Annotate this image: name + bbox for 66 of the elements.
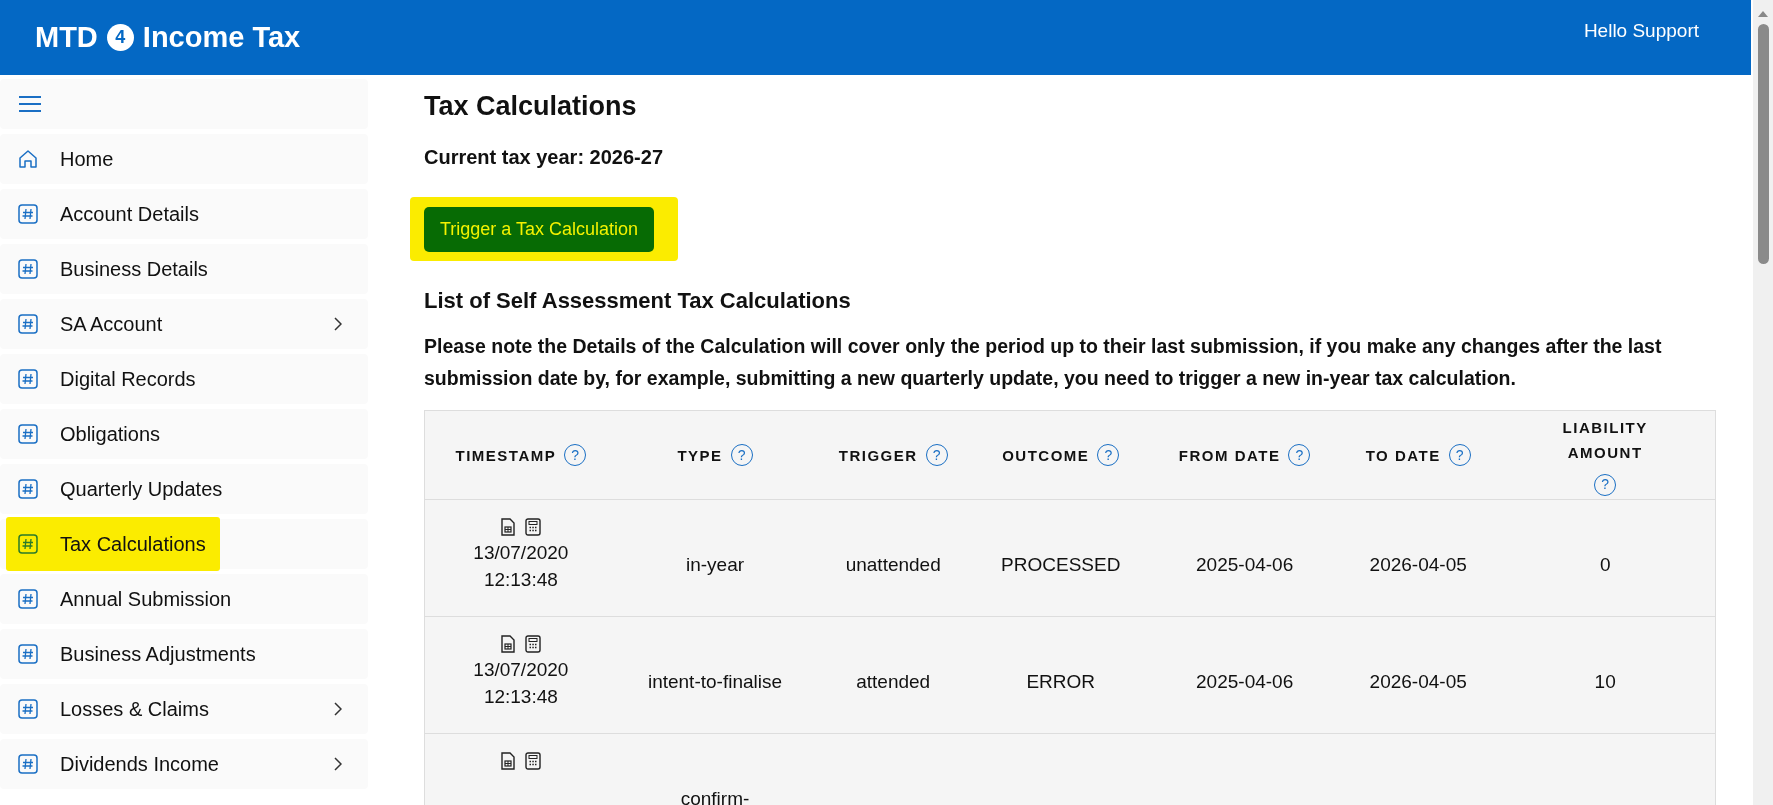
table-cell: ERROR [1026, 671, 1096, 693]
calculator-icon[interactable] [524, 635, 541, 653]
brand-text: Income Tax [142, 21, 301, 54]
table-cell: unattended [845, 554, 941, 576]
table-cell: 2026-04-05 [1369, 554, 1467, 576]
timestamp-cell-text: 13/07/2020 12:13:48 [472, 658, 570, 709]
hash-icon [18, 589, 38, 609]
hash-icon [18, 204, 38, 224]
table-cell: 2025-04-06 [1196, 671, 1294, 693]
document-icon[interactable] [500, 635, 515, 653]
table-cell: 2026-04-05 [1369, 671, 1467, 693]
column-header: TO DATE [1365, 446, 1441, 464]
table-cell: 2025-04-06 [1196, 554, 1294, 576]
hash-icon [18, 534, 38, 554]
calculator-icon[interactable] [524, 752, 541, 770]
tax-year: Current tax year: 2026-27 [424, 145, 664, 169]
brand-text: MTD [35, 21, 98, 54]
hash-icon [18, 699, 38, 719]
sidebar-item[interactable]: Business Details [0, 244, 368, 294]
brand-badge: 4 [106, 24, 134, 51]
document-icon[interactable] [500, 518, 515, 536]
column-header: OUTCOME [1002, 446, 1090, 464]
column-header: TIMESTAMP [455, 446, 557, 464]
note-text: Please note the Details of the Calculation will cover only the period up to their last submission, if you make any changes after the last submission date by, for example, submitting a new quarterly update, you need to trigger a new in-year tax calculation. [424, 334, 1663, 391]
trigger-calculation-button[interactable]: Trigger a Tax Calculation [424, 207, 655, 252]
chevron-icon [334, 317, 342, 331]
timestamp-cell-text: 13/07/2020 12:13:48 [472, 541, 570, 592]
sidebar-item[interactable]: Annual Submission [0, 574, 368, 624]
table-cell: attended [856, 671, 931, 693]
section-title: List of Self Assessment Tax Calculations [424, 288, 852, 314]
home-icon [18, 149, 38, 169]
table-cell: 0 [1599, 554, 1611, 576]
table-cell: PROCESSED [1001, 554, 1121, 576]
page-title: Tax Calculations [424, 91, 638, 122]
column-header: TYPE [677, 446, 723, 464]
sidebar-item[interactable]: Obligations [0, 409, 368, 459]
sidebar-item[interactable]: Digital Records [0, 354, 368, 404]
menu-toggle[interactable] [0, 79, 368, 129]
chevron-icon [334, 702, 342, 716]
column-header: FROM DATE [1178, 446, 1281, 464]
table-cell: intent-to-finalise [647, 671, 783, 693]
column-header: LIABILITY AMOUNT [1561, 417, 1649, 463]
sidebar-item[interactable]: Business Adjustments [0, 629, 368, 679]
hash-icon [18, 754, 38, 774]
hash-icon [18, 369, 38, 389]
hash-icon [18, 314, 38, 334]
table-cell: in-year [685, 554, 745, 576]
column-header: TRIGGER [838, 446, 918, 464]
sidebar-item[interactable]: SA Account [0, 299, 368, 349]
greeting: Hello Support [1583, 20, 1699, 42]
table-cell: 10 [1594, 671, 1616, 693]
hash-icon [18, 424, 38, 444]
sidebar-item[interactable]: Tax Calculations [0, 519, 368, 569]
menu-icon [18, 94, 42, 114]
hash-icon [18, 479, 38, 499]
sidebar-item[interactable]: Losses & Claims [0, 684, 368, 734]
document-icon[interactable] [500, 752, 515, 770]
calculator-icon[interactable] [524, 518, 541, 536]
sidebar-item[interactable]: Quarterly Updates [0, 464, 368, 514]
sidebar-item[interactable]: Home [0, 134, 368, 184]
hash-icon [18, 644, 38, 664]
table-cell: confirm- [680, 788, 750, 805]
sidebar-item[interactable]: Dividends Income [0, 739, 368, 789]
hash-icon [18, 259, 38, 279]
chevron-icon [334, 757, 342, 771]
sidebar-item[interactable]: Account Details [0, 189, 368, 239]
